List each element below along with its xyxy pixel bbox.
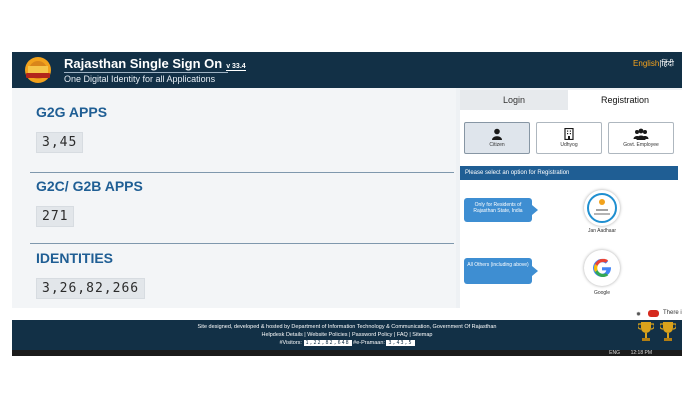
- title-underline: [64, 72, 228, 73]
- stats-panel: G2G APPS 3,45 G2C/ G2B APPS 271 IDENTITI…: [12, 88, 456, 308]
- rajasthan-emblem-icon: [25, 57, 51, 83]
- os-taskbar: ENG 12:18 PM: [12, 350, 682, 356]
- version-label: v 33.4: [226, 63, 246, 71]
- google-logo-icon: [593, 258, 611, 277]
- language-switcher: English|हिंदी: [633, 59, 674, 68]
- divider: [30, 172, 454, 173]
- identities-title: IDENTITIES: [36, 250, 114, 266]
- govt-employee-option-button[interactable]: Govt. Employee: [608, 122, 674, 154]
- tab-login[interactable]: Login: [460, 90, 568, 110]
- notice-text[interactable]: There i: [663, 310, 682, 316]
- citizen-option-button[interactable]: Citizen: [464, 122, 530, 154]
- lang-hindi-link[interactable]: हिंदी: [661, 59, 674, 68]
- footer-links[interactable]: Helpdesk Details | Website Policies | Pa…: [12, 331, 682, 339]
- g2g-apps-title: G2G APPS: [36, 104, 108, 120]
- google-signin-button[interactable]: [584, 250, 620, 286]
- udhyog-option-button[interactable]: Udhyog: [536, 122, 602, 154]
- registration-prompt: Please select an option for Registration: [460, 166, 678, 180]
- jan-aadhaar-button[interactable]: [584, 190, 620, 226]
- divider: [30, 243, 454, 244]
- taskbar-language[interactable]: ENG: [609, 350, 620, 356]
- star-icon: ✹: [636, 312, 642, 318]
- g2c-apps-title: G2C/ G2B APPS: [36, 178, 143, 194]
- google-label: Google: [593, 290, 611, 296]
- auth-tabs: Login Registration: [460, 90, 682, 110]
- jan-aadhaar-logo-icon: [587, 193, 617, 223]
- building-icon: [564, 128, 574, 140]
- site-footer: Site designed, developed & hosted by Dep…: [12, 320, 682, 350]
- footer-counters: #Visitors: 1,22,82,648 #e-Pramaan: 3,43,…: [279, 340, 415, 346]
- site-header: Rajasthan Single Sign On v 33.4 One Digit…: [12, 52, 682, 88]
- visitors-counter: 1,22,82,648: [303, 340, 352, 346]
- g2g-apps-count: 3,45: [36, 132, 84, 153]
- footer-credit: Site designed, developed & hosted by Dep…: [197, 324, 497, 330]
- lang-english-link[interactable]: English: [633, 59, 659, 68]
- site-tagline: One Digital Identity for all Application…: [64, 74, 216, 84]
- trophy-icon: [660, 322, 676, 341]
- site-title: Rajasthan Single Sign On v 33.4: [64, 56, 246, 71]
- new-badge-icon: [648, 310, 659, 317]
- identities-count: 3,26,82,266: [36, 278, 146, 299]
- auth-panel: Login Registration Citizen Udhyog Govt. …: [460, 90, 682, 308]
- notice-ticker: ✹ There i: [12, 308, 682, 320]
- taskbar-clock[interactable]: 12:18 PM: [631, 350, 652, 356]
- epramaan-counter: 3,43,5: [386, 340, 415, 346]
- tab-registration[interactable]: Registration: [568, 90, 682, 110]
- jan-aadhaar-callout: Only for Residents of Rajasthan State, I…: [464, 198, 538, 222]
- g2c-apps-count: 271: [36, 206, 75, 227]
- google-callout: All Others (including above): [464, 258, 538, 284]
- group-icon: [633, 128, 649, 140]
- person-icon: [492, 128, 502, 140]
- jan-aadhaar-label: Jan Aadhaar: [587, 228, 617, 234]
- browser-viewport: Rajasthan Single Sign On v 33.4 One Digit…: [12, 52, 682, 356]
- trophy-icon: [638, 322, 654, 341]
